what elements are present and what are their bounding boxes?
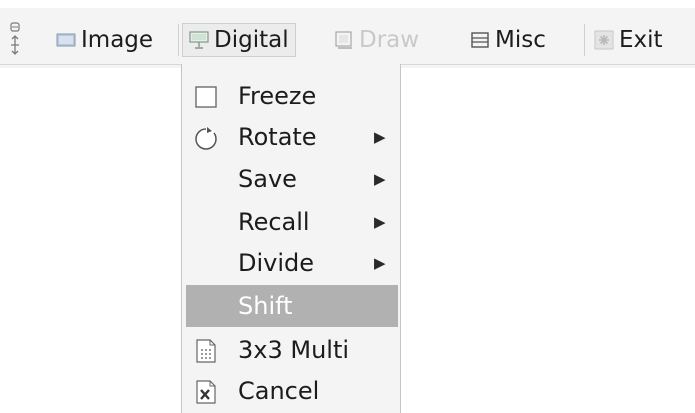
menu-item-divide[interactable]: Divide ▶ <box>182 243 400 283</box>
menu-item-rotate[interactable]: Rotate ▶ <box>182 117 400 157</box>
app-window: Image Digital Draw Misc Exit Freeze Rota… <box>0 0 695 413</box>
toolbar-item-label: Misc <box>495 27 546 53</box>
menu-item-shift[interactable]: Shift <box>186 285 398 327</box>
toolbar-item-misc[interactable]: Misc <box>470 24 546 56</box>
cancel-icon <box>196 380 216 404</box>
toolbar-separator <box>584 24 585 56</box>
menu-item-label: Cancel <box>238 377 320 405</box>
toolbar-item-label: Exit <box>619 27 663 53</box>
exit-icon <box>594 30 614 50</box>
misc-icon <box>471 32 489 48</box>
toolbar-grip-icon[interactable] <box>8 22 22 58</box>
rotate-icon <box>195 127 217 150</box>
menu-item-label: Freeze <box>238 82 317 110</box>
menu-item-freeze[interactable]: Freeze <box>182 76 400 116</box>
image-icon <box>56 33 76 47</box>
grid-icon <box>196 339 216 363</box>
menu-item-label: Save <box>238 165 297 193</box>
menu-item-save[interactable]: Save ▶ <box>182 159 400 199</box>
submenu-arrow-icon: ▶ <box>374 128 386 146</box>
digital-dropdown-menu: Freeze Rotate ▶ Save ▶ Recall ▶ Divide ▶ <box>181 64 401 413</box>
draw-icon <box>335 31 352 49</box>
menu-item-label: Rotate <box>238 123 317 151</box>
submenu-arrow-icon: ▶ <box>374 213 386 231</box>
menu-item-cancel[interactable]: Cancel <box>182 371 400 411</box>
toolbar-item-draw[interactable]: Draw <box>334 24 419 56</box>
toolbar-item-label: Digital <box>214 27 289 53</box>
menu-item-label: Recall <box>238 208 310 236</box>
submenu-arrow-icon: ▶ <box>374 254 386 272</box>
submenu-arrow-icon: ▶ <box>374 170 386 188</box>
toolbar-item-image[interactable]: Image <box>56 24 153 56</box>
toolbar-item-label: Draw <box>359 27 420 53</box>
toolbar-item-label: Image <box>81 27 154 53</box>
toolbar-separator <box>178 24 179 56</box>
toolbar: Image Digital Draw Misc Exit <box>0 8 695 68</box>
checkbox-icon[interactable] <box>194 85 218 109</box>
toolbar-item-digital[interactable]: Digital <box>182 23 296 57</box>
menu-item-recall[interactable]: Recall ▶ <box>182 202 400 242</box>
toolbar-item-exit[interactable]: Exit <box>594 24 663 56</box>
digital-icon <box>189 31 209 49</box>
menu-item-label: Divide <box>238 249 315 277</box>
menu-item-label: Shift <box>238 292 293 320</box>
menu-item-3x3-multi[interactable]: 3x3 Multi <box>182 330 400 370</box>
menu-item-label: 3x3 Multi <box>238 336 350 364</box>
